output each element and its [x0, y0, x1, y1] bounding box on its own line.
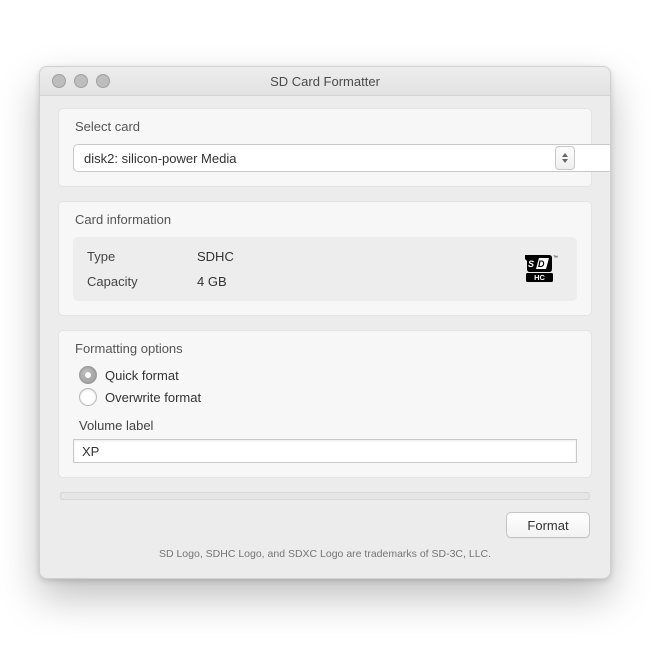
- formatting-options-group: Formatting options Quick format Overwrit…: [58, 330, 592, 478]
- capacity-value: 4 GB: [197, 274, 519, 289]
- sdhc-logo-icon: S D ™ HC: [519, 253, 563, 286]
- app-window: SD Card Formatter Select card disk2: sil…: [39, 66, 611, 579]
- minimize-icon[interactable]: [74, 74, 88, 88]
- progress-bar: [60, 492, 590, 500]
- window-title: SD Card Formatter: [40, 74, 610, 89]
- type-label: Type: [87, 249, 197, 264]
- close-icon[interactable]: [52, 74, 66, 88]
- svg-text:D: D: [538, 259, 545, 269]
- card-information-group: Card information Type SDHC S D ™ HC: [58, 201, 592, 316]
- overwrite-format-option[interactable]: Overwrite format: [79, 388, 577, 406]
- quick-format-option[interactable]: Quick format: [79, 366, 577, 384]
- window-controls: [40, 74, 110, 88]
- overwrite-format-label: Overwrite format: [105, 390, 201, 405]
- trademark-notice: SD Logo, SDHC Logo, and SDXC Logo are tr…: [58, 548, 592, 560]
- dropdown-stepper-icon[interactable]: [555, 146, 575, 170]
- card-select[interactable]: disk2: silicon-power Media: [73, 144, 577, 172]
- radio-selected-icon[interactable]: [79, 366, 97, 384]
- select-card-label: Select card: [75, 119, 577, 134]
- svg-text:HC: HC: [534, 273, 545, 282]
- card-information-panel: Type SDHC S D ™ HC Capacity: [73, 237, 577, 301]
- format-button[interactable]: Format: [506, 512, 590, 538]
- card-select-value: disk2: silicon-power Media: [73, 144, 611, 172]
- radio-unselected-icon[interactable]: [79, 388, 97, 406]
- titlebar: SD Card Formatter: [40, 67, 610, 96]
- volume-label-input[interactable]: [73, 439, 577, 463]
- select-card-group: Select card disk2: silicon-power Media: [58, 108, 592, 187]
- card-information-label: Card information: [75, 212, 577, 227]
- volume-label-caption: Volume label: [79, 418, 577, 433]
- svg-text:™: ™: [553, 255, 558, 261]
- svg-text:S: S: [528, 259, 534, 269]
- type-value: SDHC: [197, 249, 519, 264]
- quick-format-label: Quick format: [105, 368, 179, 383]
- zoom-icon[interactable]: [96, 74, 110, 88]
- formatting-options-label: Formatting options: [75, 341, 577, 356]
- capacity-label: Capacity: [87, 274, 197, 289]
